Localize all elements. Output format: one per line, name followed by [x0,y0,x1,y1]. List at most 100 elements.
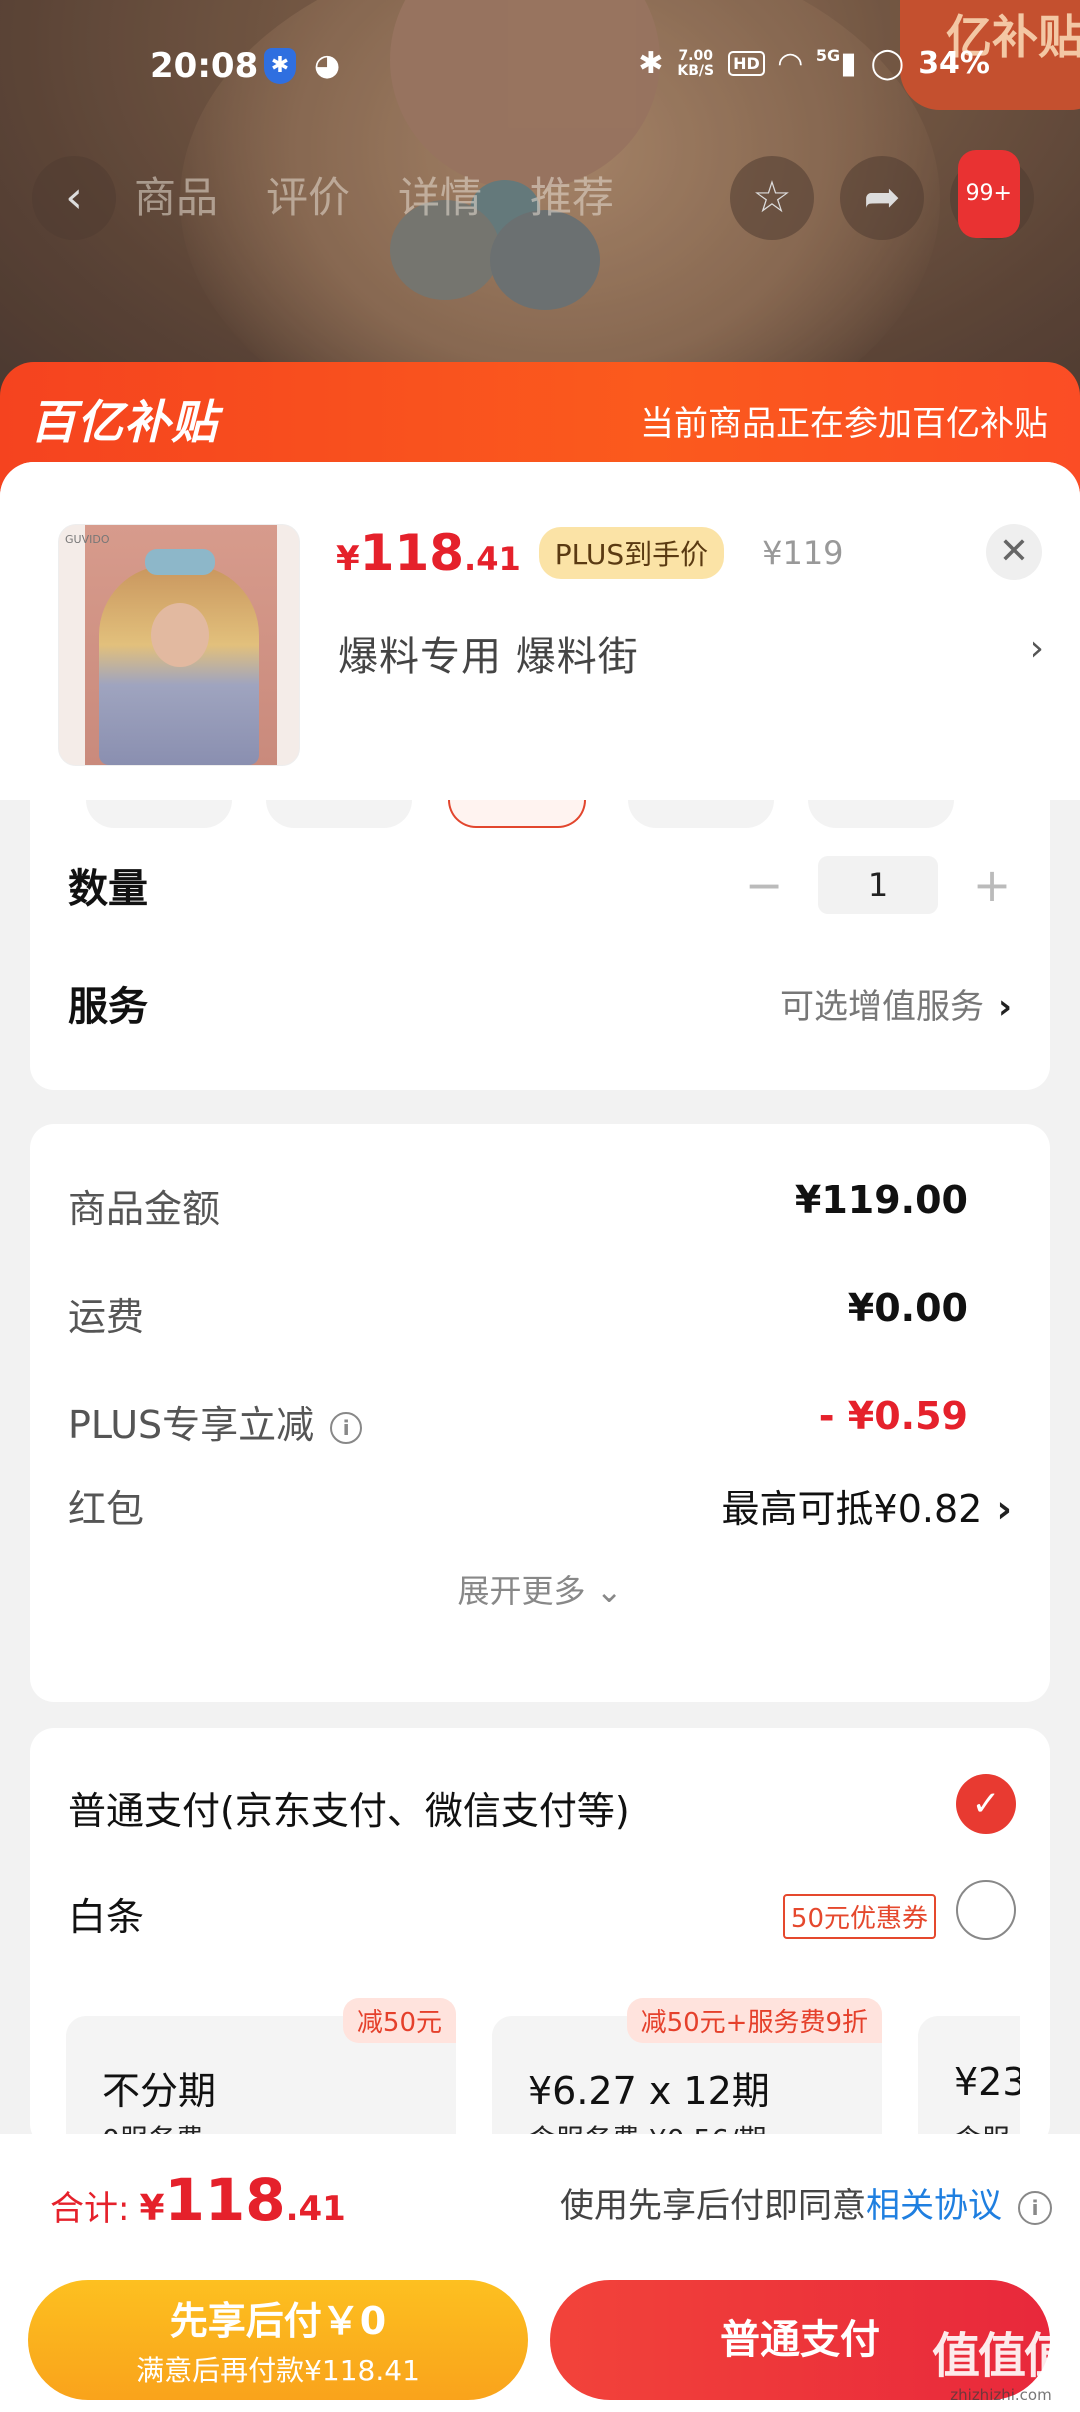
goods-amount-label: 商品金额 [68,1187,221,1231]
expand-more-button[interactable]: 展开更多 ⌄ [30,1566,1050,1612]
product-thumbnail[interactable]: GUVIDO [58,524,300,766]
plan-title: ¥23 [954,2060,1020,2104]
plus-discount-label: PLUS专享立减 i [68,1394,363,1449]
plus-discount-value: - ¥0.59 [818,1394,968,1438]
back-button[interactable]: ‹ [32,156,116,240]
total-int: 118 [164,2166,286,2234]
close-icon: ✕ [998,531,1030,572]
battery-icon: ◯ [870,46,905,81]
total-price: 合计: ¥ 118 .41 [50,2166,346,2234]
tab-product[interactable]: 商品 [134,164,218,225]
share-icon: ➦ [863,172,901,223]
quantity-label: 数量 [68,866,148,912]
baitiao-radio[interactable] [956,1880,1016,1940]
notification-app-icon: ✱ [264,48,296,84]
payment-baitiao-row[interactable]: 白条 50元优惠券 [68,1872,1016,1952]
price-line: ¥118.41 PLUS到手价 ¥119 [336,524,844,582]
status-bar: 20:08 ✱ ◕ ✱ 7.00 KB/S HD ◠ 5G▮ ◯ 34% [0,40,1080,100]
increase-button[interactable]: + [972,858,1012,912]
chevron-right-icon: › [997,986,1012,1027]
battery-percent: 34% [918,46,990,81]
hd-icon: HD [728,51,765,76]
normal-pay-radio-checked[interactable]: ✓ [956,1774,1016,1834]
thumb-brand-mark: GUVIDO [65,533,110,546]
thumb-face [151,603,209,667]
quantity-stepper: − 1 + [744,856,1012,914]
tab-reviews[interactable]: 评价 [266,164,350,225]
payment-normal-row[interactable]: 普通支付(京东支付、微信支付等) ✓ [68,1766,1016,1846]
signal-label: 5G [815,46,841,65]
status-icons: ✱ 7.00 KB/S HD ◠ 5G▮ ◯ 34% [638,46,990,81]
decrease-button[interactable]: − [744,858,784,912]
wifi-icon: ◠ [778,46,802,81]
fee-row-redpacket[interactable]: 红包 最高可抵¥0.82 › [68,1466,1012,1536]
plus-price-tag: PLUS到手价 [538,527,725,579]
plan-promo: 减50元 [342,1998,456,2043]
shipping-label: 运费 [68,1295,145,1339]
agreement-prefix: 使用先享后付即同意 [560,2186,866,2226]
plan-no-installment[interactable]: 减50元 不分期 0服务费 [66,1998,456,2148]
variant-chip-selected[interactable] [448,800,586,828]
info-icon[interactable]: i [1018,2190,1052,2225]
coupon-tag: 50元优惠券 [782,1894,936,1939]
wechat-icon: ◕ [314,48,341,83]
variant-chip[interactable] [266,800,412,828]
agreement-text: 使用先享后付即同意相关协议 i [560,2178,1052,2227]
message-badge: 99+ [957,150,1020,238]
checkout-bottom-bar: 合计: ¥ 118 .41 使用先享后付即同意相关协议 i 先享后付￥0 满意后再… [0,2134,1080,2412]
shop-name[interactable]: 爆料专用 爆料街 [338,624,639,682]
checkout-sheet: GUVIDO ¥118.41 PLUS到手价 ¥119 ✕ 爆料专用 爆料街 ›… [0,462,1080,2412]
buy-now-pay-later-button[interactable]: 先享后付￥0 满意后再付款¥118.41 [28,2280,528,2400]
info-icon[interactable]: i [330,1411,363,1444]
favorite-button[interactable]: ☆ [730,156,814,240]
bluetooth-icon: ✱ [638,46,664,81]
chevron-right-icon: › [996,1487,1012,1531]
redpacket-value-text: 最高可抵¥0.82 [721,1487,983,1531]
bnpl-subtitle: 满意后再付款¥118.41 [136,2354,420,2387]
fee-row-plus-discount: PLUS专享立减 i - ¥0.59 [68,1382,968,1452]
service-row[interactable]: 服务 可选增值服务 › [68,958,1012,1048]
variant-chip[interactable] [628,800,774,828]
more-button[interactable]: ···99+ [950,150,1034,240]
redpacket-value: 最高可抵¥0.82 › [722,1478,1012,1533]
fee-row-goods: 商品金额 ¥119.00 [68,1166,968,1236]
close-button[interactable]: ✕ [986,524,1042,580]
star-icon: ☆ [752,172,792,223]
fee-breakdown-card-lower: 红包 最高可抵¥0.82 › 展开更多 ⌄ [30,1462,1050,1702]
tab-recommend[interactable]: 推荐 [530,164,614,225]
variant-chip[interactable] [808,800,954,828]
agreement-link[interactable]: 相关协议 [866,2186,1002,2226]
variant-chip[interactable] [86,800,232,828]
tab-details[interactable]: 详情 [398,164,482,225]
shipping-value: ¥0.00 [847,1286,968,1330]
back-arrow-icon: ‹ [65,172,83,223]
shop-chevron-icon[interactable]: › [1030,628,1044,669]
total-symbol: ¥ [139,2188,165,2229]
quantity-row: 数量 − 1 + [68,840,1012,930]
thumb-bow [145,549,215,575]
subsidy-logo: 百亿补贴 [30,395,218,449]
price-symbol: ¥ [336,539,360,579]
share-button[interactable]: ➦ [840,156,924,240]
product-header: GUVIDO ¥118.41 PLUS到手价 ¥119 ✕ 爆料专用 爆料街 › [0,462,1080,800]
baitiao-label: 白条 [68,1895,145,1939]
nav-tabs: 商品 评价 详情 推荐 [134,164,614,225]
goods-amount-value: ¥119.00 [794,1178,968,1222]
plus-discount-text: PLUS专享立减 [68,1403,315,1447]
plan-partial[interactable]: ¥23 含服 [918,2016,1020,2148]
top-nav: ‹ 商品 评价 详情 推荐 ☆ ➦ ···99+ [0,150,1080,246]
watermark-url: zhizhizhi.com [950,2386,1052,2404]
service-hint: 可选增值服务 › [780,979,1012,1028]
service-hint-text: 可选增值服务 [779,986,984,1027]
fee-row-shipping: 运费 ¥0.00 [68,1274,968,1344]
installment-plans: 减50元 不分期 0服务费 减50元+服务费9折 ¥6.27 x 12期 含服务… [66,1998,1020,2148]
subsidy-notice: 当前商品正在参加百亿补贴 [640,404,1048,444]
plan-12-periods[interactable]: 减50元+服务费9折 ¥6.27 x 12期 含服务费 ¥0.56/期 [492,1998,882,2148]
options-card: 数量 − 1 + 服务 可选增值服务 › [30,800,1050,1090]
normal-pay-label: 普通支付(京东支付、微信支付等) [68,1789,630,1833]
net-speed: 7.00 KB/S [677,47,714,79]
net-speed-value: 7.00 [678,47,713,64]
expand-more-text: 展开更多 [457,1572,586,1610]
quantity-input[interactable]: 1 [818,856,938,914]
bnpl-title: 先享后付￥0 [169,2299,387,2343]
